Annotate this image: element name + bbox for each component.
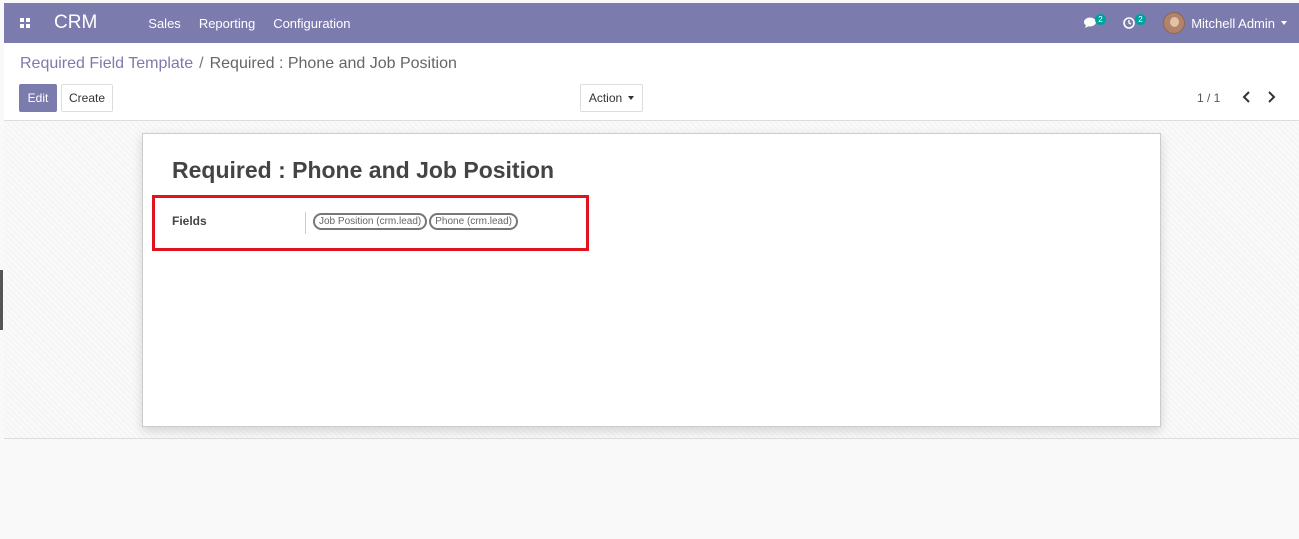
clock-icon [1123,17,1135,29]
pager-value[interactable]: 1 / 1 [1197,91,1220,105]
form-view-area: Required : Phone and Job Position Fields… [4,121,1299,439]
action-dropdown-button[interactable]: Action [580,84,643,112]
chevron-right-icon[interactable] [1262,88,1280,106]
menu-sales[interactable]: Sales [148,16,181,31]
create-button[interactable]: Create [61,84,113,112]
apps-grid-icon[interactable] [10,3,40,43]
app-brand[interactable]: CRM [54,12,97,34]
messages-button[interactable]: 2 [1083,13,1107,33]
menu-reporting[interactable]: Reporting [199,16,255,31]
user-menu-name[interactable]: Mitchell Admin [1191,16,1275,31]
breadcrumb-parent-link[interactable]: Required Field Template [20,55,193,72]
user-avatar[interactable] [1163,12,1186,34]
action-label: Action [588,91,623,105]
breadcrumb: Required Field Template / Required : Phone… [20,55,457,73]
activities-badge: 2 [1135,14,1146,25]
control-panel: Required Field Template / Required : Phone… [4,43,1299,121]
edit-button[interactable]: Edit [19,84,57,112]
activities-button[interactable]: 2 [1123,13,1147,33]
form-sheet: Required : Phone and Job Position Fields… [142,133,1161,427]
messages-badge: 2 [1095,14,1106,25]
highlight-annotation-box [152,195,589,251]
action-caret-icon [628,96,635,100]
breadcrumb-separator: / [199,55,204,72]
user-caret-icon[interactable] [1281,21,1287,25]
record-title: Required : Phone and Job Position [172,157,555,183]
chevron-left-icon[interactable] [1238,88,1256,106]
window-edge [0,270,3,330]
menu-configuration[interactable]: Configuration [273,16,350,31]
breadcrumb-current: Required : Phone and Job Position [209,55,457,72]
top-navbar: CRM Sales Reporting Configuration 2 2 Mi… [4,3,1299,43]
